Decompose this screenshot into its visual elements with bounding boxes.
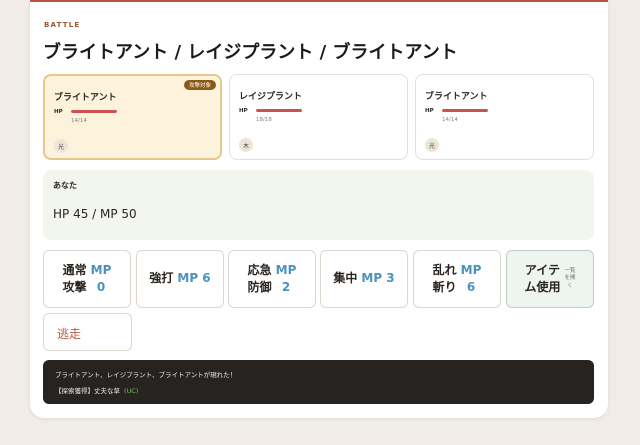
- command-name: 応急 防御: [247, 262, 272, 294]
- hp-value: 14/14: [71, 118, 87, 124]
- hp-value: 18/18: [256, 117, 272, 123]
- hp-value: 14/14: [442, 117, 458, 123]
- command-name: 強打: [149, 271, 174, 286]
- command-mp-cost: MP 0: [90, 262, 112, 294]
- command-use-item-button[interactable]: アイテ ム使用 一覧 を開 く: [506, 250, 594, 308]
- command-name: 通常 攻撃: [62, 262, 87, 294]
- command-mp-cost: MP 2: [275, 262, 297, 294]
- flee-button[interactable]: 逃走: [43, 313, 132, 351]
- command-name: 集中: [333, 271, 358, 286]
- player-name: あなた: [53, 181, 77, 190]
- hp-bar-fill: [442, 109, 488, 112]
- player-status-panel: あなた HP 45 / MP 50: [43, 170, 594, 240]
- command-power-strike-button[interactable]: 強打 MP 6: [136, 250, 224, 308]
- command-wild-slash-button[interactable]: 乱れ 斬り MP 6: [413, 250, 501, 308]
- log-line: ブライトアント、レイジプラント、ブライトアントが現れた！: [55, 371, 237, 379]
- command-name: アイテ ム使用: [524, 262, 561, 294]
- rarity-tag: (UC): [124, 387, 139, 395]
- enemy-name: ブライトアント: [54, 93, 117, 103]
- element-badge: 光: [425, 138, 439, 152]
- hp-bar: [256, 109, 302, 112]
- section-label: BATTLE: [44, 21, 81, 29]
- enemy-card-3[interactable]: ブライトアント HP 14/14 光: [415, 74, 594, 160]
- command-normal-attack-button[interactable]: 通常 攻撃 MP 0: [43, 250, 131, 308]
- battle-log: ブライトアント、レイジプラント、ブライトアントが現れた！ 【探索獲得】丈夫な草 (…: [43, 360, 594, 404]
- hp-label: HP: [425, 108, 434, 114]
- log-line: 【探索獲得】丈夫な草 (UC): [55, 385, 138, 395]
- enemy-card-1[interactable]: ブライトアント 攻撃対象 HP 14/14 光: [43, 74, 222, 160]
- command-focus-button[interactable]: 集中 MP 3: [320, 250, 408, 308]
- enemy-name: レイジプラント: [239, 92, 303, 102]
- hp-label: HP: [239, 108, 248, 114]
- hp-bar: [442, 109, 488, 112]
- enemy-card-2[interactable]: レイジプラント HP 18/18 木: [229, 74, 408, 160]
- hp-bar-fill: [71, 110, 117, 113]
- command-mp-cost: MP 6: [177, 271, 211, 286]
- command-hint: 一覧 を開 く: [564, 268, 576, 289]
- hp-label: HP: [54, 109, 63, 115]
- player-stats: HP 45 / MP 50: [53, 207, 137, 221]
- target-badge: 攻撃対象: [183, 80, 216, 90]
- command-mp-cost: MP 6: [460, 262, 482, 294]
- command-name: 乱れ 斬り: [432, 262, 457, 294]
- element-badge: 木: [239, 138, 253, 152]
- battle-title: ブライトアント / レイジプラント / ブライトアント: [43, 42, 458, 63]
- command-mp-cost: MP 3: [361, 271, 395, 286]
- hp-bar: [71, 110, 117, 113]
- log-text: 【探索獲得】丈夫な草: [55, 387, 120, 395]
- enemy-name: ブライトアント: [425, 92, 488, 102]
- element-badge: 光: [54, 139, 68, 153]
- hp-bar-fill: [256, 109, 302, 112]
- command-emergency-defense-button[interactable]: 応急 防御 MP 2: [228, 250, 316, 308]
